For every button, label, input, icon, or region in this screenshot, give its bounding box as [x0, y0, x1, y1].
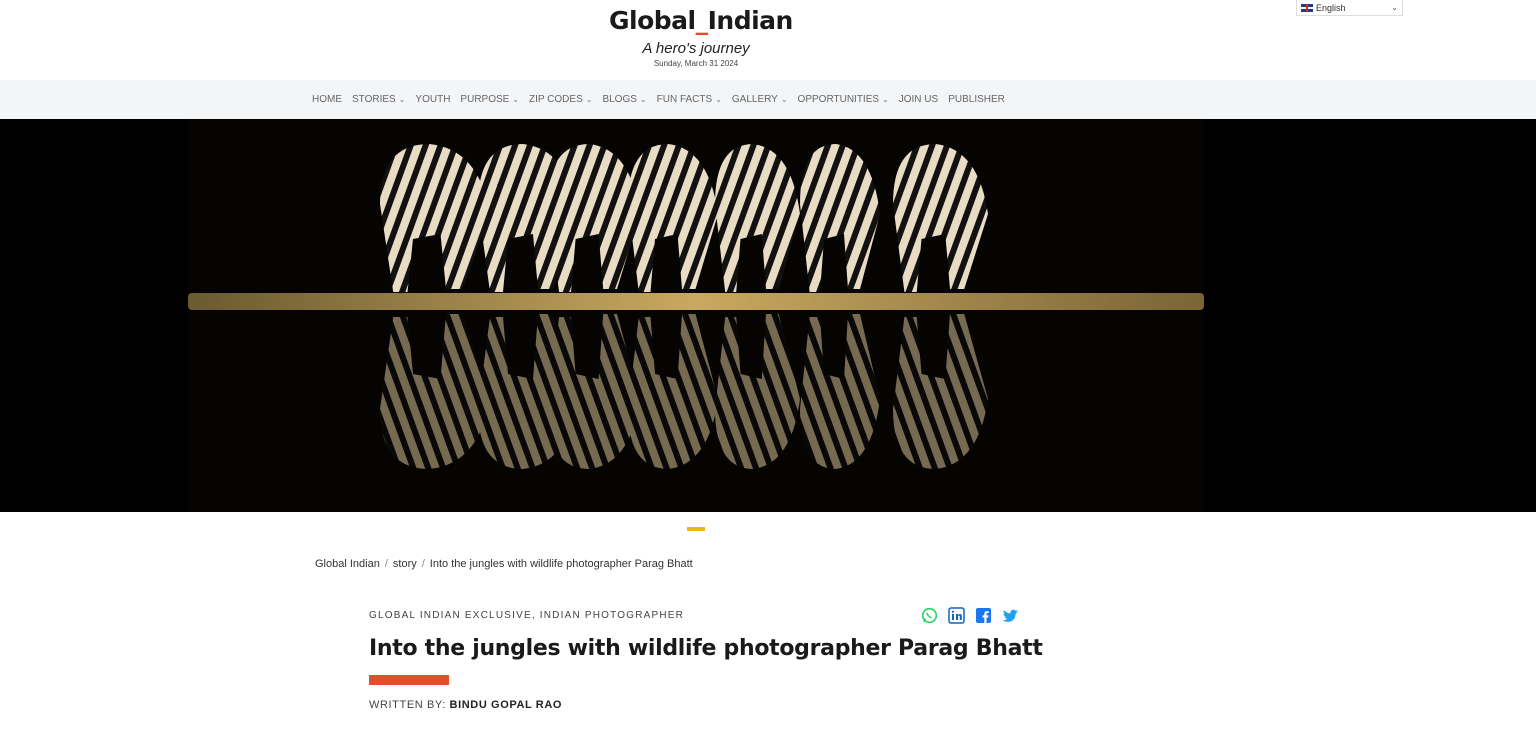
whatsapp-icon[interactable]: [921, 607, 938, 624]
breadcrumb-current: Into the jungles with wildlife photograp…: [429, 558, 693, 570]
uk-flag-icon: [1301, 3, 1313, 12]
breadcrumb: Global Indian / story / Into the jungles wit…: [315, 558, 693, 570]
nav-item-publisher[interactable]: PUBLISHER: [948, 94, 1005, 105]
chevron-down-icon: ⌄: [398, 95, 406, 104]
chevron-down-icon: ⌄: [715, 95, 722, 104]
nav-menu: HOME STORIES ⌄ YOUTH PURPOSE ⌄ ZIP CODES ⌄ BLOGS…: [312, 80, 1015, 119]
chevron-down-icon: ⌄: [639, 95, 647, 104]
nav-item-label: PUBLISHER: [948, 94, 1005, 105]
nav-item-fun-facts[interactable]: FUN FACTS ⌄: [657, 94, 722, 105]
site-header: Global_Indian A hero's journey Sunday, M…: [0, 0, 1536, 80]
breadcrumb-home[interactable]: Global Indian: [315, 558, 380, 570]
byline-label: WRITTEN BY:: [369, 699, 446, 711]
main-nav: HOME STORIES ⌄ YOUTH PURPOSE ⌄ ZIP CODES ⌄ BLOGS…: [0, 80, 1536, 186]
chevron-down-icon: ⌄: [1391, 3, 1398, 12]
nav-item-label: JOIN US: [898, 94, 939, 105]
zebras-drinking-photo: [0, 119, 1536, 512]
nav-item-label: STORIES: [352, 94, 396, 105]
nav-item-zip-codes[interactable]: ZIP CODES ⌄: [529, 94, 592, 105]
twitter-icon[interactable]: [1002, 607, 1019, 624]
article-title: Into the jungles with wildlife photograp…: [369, 636, 1043, 661]
nav-item-label: YOUTH: [415, 94, 451, 105]
chevron-down-icon: ⌄: [512, 95, 520, 104]
site-logo[interactable]: Global_Indian: [609, 6, 793, 35]
share-buttons: [921, 607, 1019, 624]
chevron-down-icon: ⌄: [882, 95, 889, 104]
nav-item-blogs[interactable]: BLOGS ⌄: [602, 94, 646, 105]
language-label: English: [1316, 2, 1346, 13]
nav-item-label: GALLERY: [731, 94, 778, 105]
nav-item-label: PURPOSE: [460, 94, 510, 105]
chevron-down-icon: ⌄: [585, 95, 593, 104]
nav-item-home[interactable]: HOME: [312, 94, 342, 105]
breadcrumb-separator: /: [384, 558, 388, 570]
nav-item-label: FUN FACTS: [656, 94, 713, 105]
chevron-down-icon: ⌄: [780, 95, 788, 104]
breadcrumb-story[interactable]: story: [393, 558, 417, 570]
current-date: Sunday, March 31 2024: [653, 59, 739, 68]
nav-item-label: BLOGS: [602, 94, 637, 105]
nav-item-label: OPPORTUNITIES: [797, 94, 880, 105]
breadcrumb-separator: /: [421, 558, 425, 570]
site-tagline: A hero's journey: [642, 40, 750, 57]
nav-item-label: HOME: [312, 94, 342, 105]
nav-item-join-us[interactable]: JOIN US: [899, 94, 938, 105]
language-select[interactable]: English ⌄: [1296, 0, 1403, 16]
facebook-icon[interactable]: [975, 607, 992, 624]
nav-item-gallery[interactable]: GALLERY ⌄: [732, 94, 788, 105]
nav-item-opportunities[interactable]: OPPORTUNITIES ⌄: [798, 94, 889, 105]
article-categories[interactable]: GLOBAL INDIAN EXCLUSIVE, INDIAN PHOTOGRA…: [369, 610, 684, 621]
section-divider: [687, 527, 705, 531]
title-underline-bar: [369, 675, 449, 685]
linkedin-icon[interactable]: [948, 607, 965, 624]
hero-image: [0, 119, 1536, 512]
nav-item-label: ZIP CODES: [529, 94, 583, 105]
nav-item-stories[interactable]: STORIES ⌄: [352, 94, 405, 105]
nav-item-youth[interactable]: YOUTH: [415, 94, 450, 105]
article-byline: WRITTEN BY: BINDU GOPAL RAO: [369, 699, 562, 711]
nav-item-purpose[interactable]: PURPOSE ⌄: [460, 94, 519, 105]
author-name[interactable]: BINDU GOPAL RAO: [450, 699, 563, 711]
